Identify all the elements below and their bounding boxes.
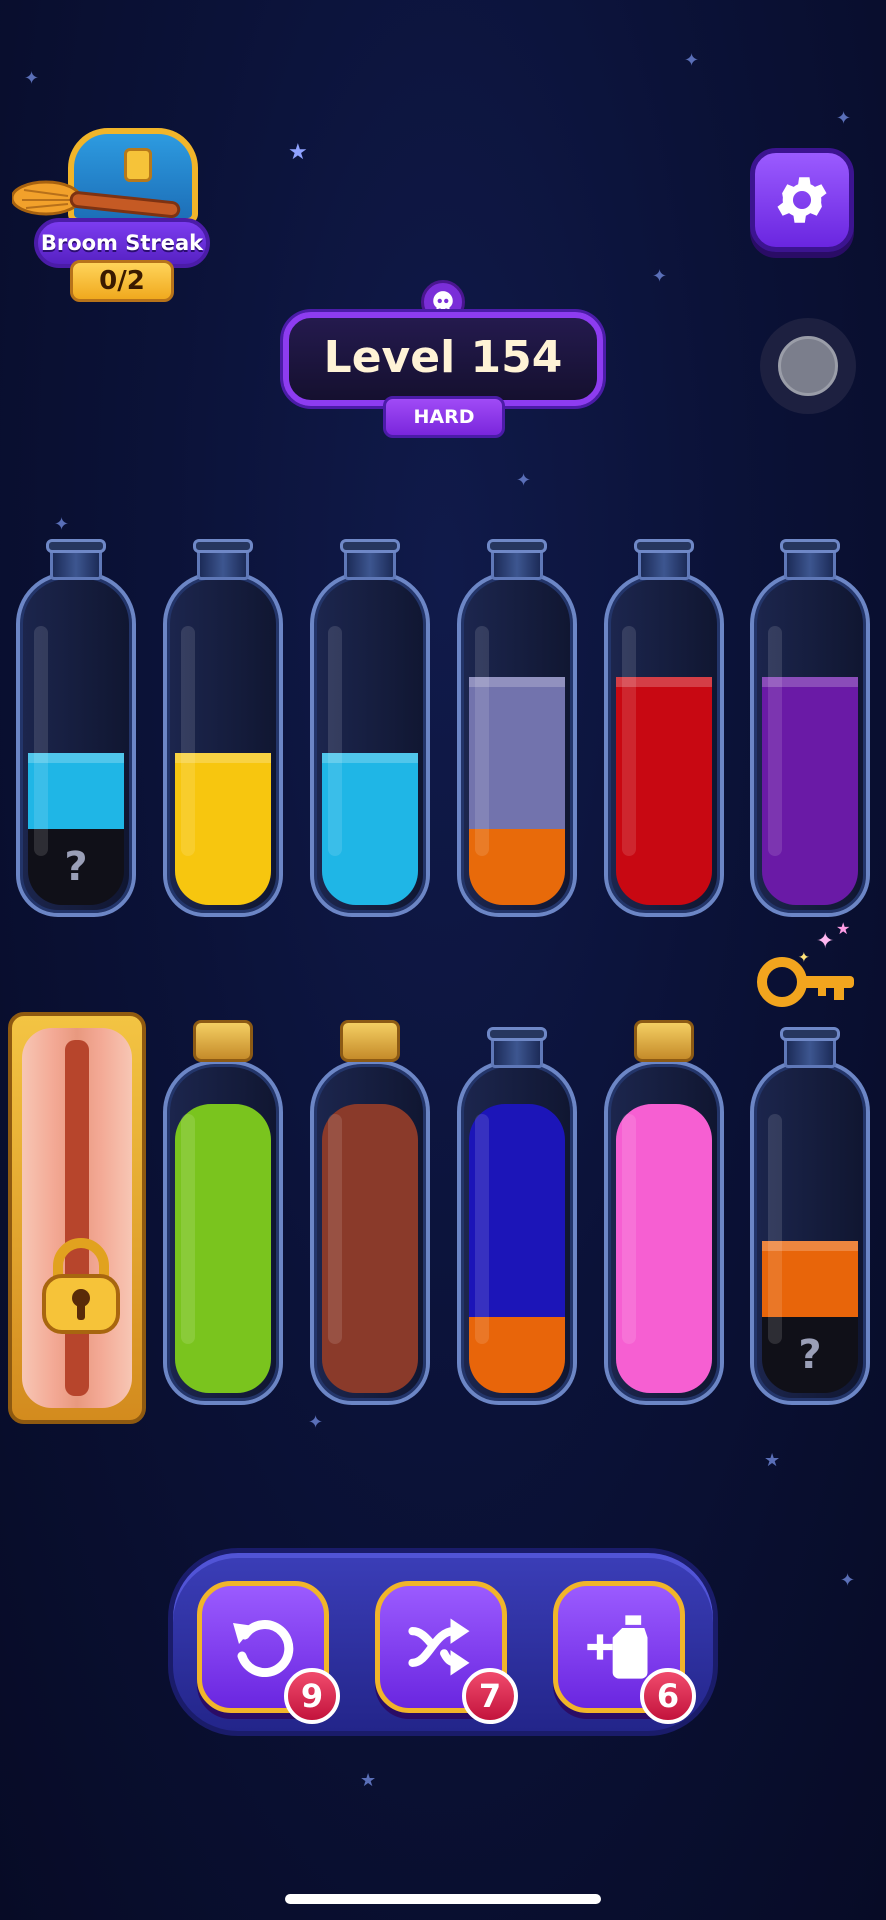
- bottle-neck: [46, 539, 106, 580]
- broom-icon: [12, 180, 181, 218]
- bottle-neck: [780, 1027, 840, 1068]
- star-decoration-icon: ★: [288, 140, 308, 165]
- svg-text:✦: ✦: [816, 929, 834, 954]
- cork-icon: [193, 1020, 253, 1062]
- add-bottle-button[interactable]: 6: [553, 1581, 696, 1724]
- bottle[interactable]: [163, 1020, 283, 1405]
- bottle-glass: [604, 572, 724, 917]
- broom-streak-widget[interactable]: Broom Streak 0/2: [12, 118, 212, 303]
- cork-icon: [340, 1020, 400, 1062]
- bottle-neck: [780, 539, 840, 580]
- bottle-neck: [340, 539, 400, 580]
- bottle[interactable]: [750, 539, 870, 917]
- bottle-glass: [163, 572, 283, 917]
- bottle[interactable]: [604, 1020, 724, 1405]
- difficulty-badge: HARD: [383, 396, 505, 438]
- undo-icon: [233, 1620, 294, 1677]
- shuffle-button[interactable]: 7: [375, 1581, 518, 1724]
- bottle-neck: [193, 539, 253, 580]
- star-decoration-icon: ✦: [840, 1570, 856, 1591]
- star-decoration-icon: ✦: [516, 470, 532, 491]
- undo-button[interactable]: 9: [197, 1581, 340, 1724]
- zipper-icon: [65, 1040, 89, 1396]
- settings-button[interactable]: [750, 148, 854, 252]
- bottle-neck: [487, 539, 547, 580]
- bottle-glass: [750, 572, 870, 917]
- bottle-glass: [163, 1060, 283, 1405]
- bottle[interactable]: [604, 539, 724, 917]
- booster-toolbar: 9 7 6: [168, 1548, 718, 1736]
- screen-record-indicator[interactable]: [760, 318, 856, 414]
- star-decoration-icon: ✦: [308, 1412, 324, 1433]
- zipped-cover: [22, 1028, 132, 1408]
- bottle-glass: [457, 572, 577, 917]
- bottle[interactable]: [310, 1020, 430, 1405]
- chest-lock-icon: [124, 148, 152, 182]
- gear-icon: [777, 177, 827, 223]
- bottle[interactable]: [457, 539, 577, 917]
- padlock-icon: [42, 1238, 120, 1334]
- star-decoration-icon: ★: [360, 1770, 377, 1791]
- star-decoration-icon: ✦: [684, 50, 700, 71]
- shuffle-count-badge: 7: [462, 1668, 518, 1724]
- bottle[interactable]: [457, 1027, 577, 1405]
- star-decoration-icon: ✦: [652, 266, 668, 287]
- undo-count-badge: 9: [284, 1668, 340, 1724]
- add-bottle-count-badge: 6: [640, 1668, 696, 1724]
- star-decoration-icon: ✦: [54, 514, 70, 535]
- bottle[interactable]: [310, 539, 430, 917]
- star-decoration-icon: ✦: [836, 108, 852, 129]
- bottle-neck: [487, 1027, 547, 1068]
- bottle-glass: [457, 1060, 577, 1405]
- home-indicator[interactable]: [285, 1894, 601, 1904]
- bottle-glass: [604, 1060, 724, 1405]
- bottle[interactable]: ?: [750, 1027, 870, 1405]
- key-reward-icon: ✦ ★ ✦: [757, 919, 854, 1007]
- bottle-glass: ?: [16, 572, 136, 917]
- broom-streak-progress: 0/2: [70, 260, 174, 302]
- locked-bottle-slot[interactable]: [8, 1012, 146, 1424]
- star-decoration-icon: ✦: [24, 68, 40, 89]
- add-bottle-icon: [587, 1615, 648, 1679]
- level-title: Level 154: [283, 312, 603, 406]
- bottle[interactable]: [163, 539, 283, 917]
- svg-text:★: ★: [836, 919, 850, 938]
- bottle[interactable]: ?: [16, 539, 136, 917]
- bottle-neck: [634, 539, 694, 580]
- bottle-glass: [310, 1060, 430, 1405]
- svg-text:✦: ✦: [798, 950, 810, 966]
- star-decoration-icon: ★: [764, 1450, 781, 1471]
- bottle-glass: ?: [750, 1060, 870, 1405]
- shuffle-icon: [408, 1618, 470, 1676]
- cork-icon: [634, 1020, 694, 1062]
- bottle-glass: [310, 572, 430, 917]
